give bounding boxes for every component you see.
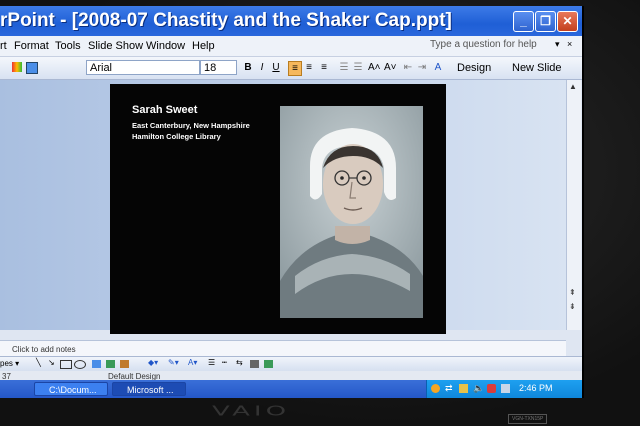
portrait-photo[interactable] bbox=[280, 106, 423, 318]
vaio-logo: VAIO bbox=[212, 404, 291, 419]
security-icon[interactable] bbox=[487, 384, 496, 393]
title-bar[interactable]: rPoint - [2008-07 Chastity and the Shake… bbox=[0, 6, 582, 36]
oval-icon[interactable] bbox=[74, 360, 86, 369]
slide-editing-area[interactable]: Sarah Sweet East Canterbury, New Hampshi… bbox=[0, 80, 566, 334]
font-name-select[interactable]: Arial bbox=[86, 60, 200, 75]
menu-help[interactable]: Help bbox=[192, 40, 215, 52]
menu-slide-show[interactable]: Slide Show bbox=[88, 40, 143, 52]
formatting-toolbar: Arial 18 B I U ≡ ≡ ≡ ☰ ☰ A˄ A˅ ⇤ ⇥ A Des… bbox=[0, 57, 582, 80]
decrease-indent-icon[interactable]: ⇤ bbox=[402, 61, 414, 74]
slide-layout-icon[interactable] bbox=[26, 62, 38, 74]
menu-insert[interactable]: rt bbox=[0, 40, 7, 52]
screen: rPoint - [2008-07 Chastity and the Shake… bbox=[0, 6, 584, 398]
bullets-icon[interactable]: ☰ bbox=[352, 61, 364, 74]
font-color-draw-icon[interactable]: A▾ bbox=[188, 358, 197, 367]
decrease-font-icon[interactable]: A˅ bbox=[384, 61, 397, 74]
menu-format[interactable]: Format bbox=[14, 40, 49, 52]
previous-slide-icon[interactable]: ⇞ bbox=[569, 288, 576, 297]
menu-window[interactable]: Window bbox=[146, 40, 185, 52]
help-search-input[interactable]: Type a question for help bbox=[430, 39, 537, 50]
taskbar-powerpoint[interactable]: Microsoft ... bbox=[112, 382, 186, 396]
shadow-icon[interactable] bbox=[250, 360, 259, 368]
line-color-icon[interactable]: ✎▾ bbox=[168, 358, 179, 367]
italic-button[interactable]: I bbox=[256, 61, 268, 74]
menu-bar: rt Format Tools Slide Show Window Help T… bbox=[0, 36, 582, 57]
align-center-icon[interactable]: ≡ bbox=[303, 61, 315, 74]
taskbar-explorer[interactable]: C:\Docum... bbox=[34, 382, 108, 396]
notes-pane[interactable]: Click to add notes bbox=[0, 340, 566, 357]
numbering-icon[interactable]: ☰ bbox=[338, 61, 350, 74]
color-scheme-icon[interactable] bbox=[12, 62, 22, 72]
arrow-style-icon[interactable]: ⇆ bbox=[236, 358, 243, 367]
textbox-icon[interactable] bbox=[92, 360, 101, 368]
font-color-icon[interactable]: A bbox=[432, 61, 444, 74]
menu-tools[interactable]: Tools bbox=[55, 40, 81, 52]
increase-indent-icon[interactable]: ⇥ bbox=[416, 61, 428, 74]
slide-location[interactable]: East Canterbury, New Hampshire bbox=[132, 121, 250, 130]
design-button[interactable]: Design bbox=[457, 62, 491, 74]
align-right-icon[interactable]: ≡ bbox=[318, 61, 330, 74]
align-left-icon[interactable]: ≡ bbox=[288, 61, 302, 76]
vertical-scrollbar[interactable]: ▲ ⇞ ⇟ bbox=[566, 80, 581, 330]
model-label: VGN-TXN15P bbox=[508, 414, 548, 424]
underline-button[interactable]: U bbox=[270, 61, 282, 74]
doc-close-icon[interactable]: × bbox=[567, 39, 572, 49]
volume-icon[interactable]: 🔈 bbox=[473, 383, 484, 394]
network-icon[interactable]: ⇄ bbox=[445, 383, 453, 394]
window-title: rPoint - [2008-07 Chastity and the Shake… bbox=[0, 10, 452, 31]
line-style-icon[interactable]: ☰ bbox=[208, 358, 215, 367]
font-size-select[interactable]: 18 bbox=[200, 60, 237, 75]
help-dropdown-icon[interactable]: ▾ bbox=[555, 39, 560, 50]
autoshapes-menu[interactable]: pes ▾ bbox=[0, 359, 19, 368]
slide-source[interactable]: Hamilton College Library bbox=[132, 132, 221, 141]
scroll-up-icon[interactable]: ▲ bbox=[569, 82, 577, 91]
taskbar: C:\Docum... Microsoft ... ⇄ 🔈 2:46 PM bbox=[0, 380, 582, 398]
line-icon[interactable]: ╲ bbox=[36, 358, 41, 367]
clock[interactable]: 2:46 PM bbox=[519, 383, 553, 393]
slide-title[interactable]: Sarah Sweet bbox=[132, 104, 197, 116]
maximize-button[interactable]: ❐ bbox=[535, 11, 556, 32]
dash-style-icon[interactable]: ┅ bbox=[222, 358, 227, 367]
clipart-icon[interactable] bbox=[106, 360, 115, 368]
bold-button[interactable]: B bbox=[242, 61, 254, 74]
picture-icon[interactable] bbox=[120, 360, 129, 368]
new-slide-button[interactable]: New Slide bbox=[512, 62, 562, 74]
fill-color-icon[interactable]: ◆▾ bbox=[148, 358, 158, 367]
drawing-toolbar: pes ▾ ╲ ↘ ◆▾ ✎▾ A▾ ☰ ┅ ⇆ bbox=[0, 356, 582, 371]
battery-icon[interactable] bbox=[459, 384, 468, 393]
slide[interactable]: Sarah Sweet East Canterbury, New Hampshi… bbox=[110, 84, 446, 334]
3d-icon[interactable] bbox=[264, 360, 273, 368]
portrait-drawing bbox=[280, 106, 423, 318]
notes-placeholder[interactable]: Click to add notes bbox=[12, 345, 76, 354]
arrow-icon[interactable]: ↘ bbox=[48, 358, 55, 367]
increase-font-icon[interactable]: A˄ bbox=[368, 61, 381, 74]
system-tray: ⇄ 🔈 2:46 PM bbox=[426, 380, 582, 398]
next-slide-icon[interactable]: ⇟ bbox=[569, 302, 576, 311]
tray-app-icon[interactable] bbox=[431, 384, 440, 393]
rectangle-icon[interactable] bbox=[60, 360, 72, 369]
close-button[interactable]: ✕ bbox=[557, 11, 578, 32]
wireless-icon[interactable] bbox=[501, 384, 510, 393]
minimize-button[interactable]: _ bbox=[513, 11, 534, 32]
